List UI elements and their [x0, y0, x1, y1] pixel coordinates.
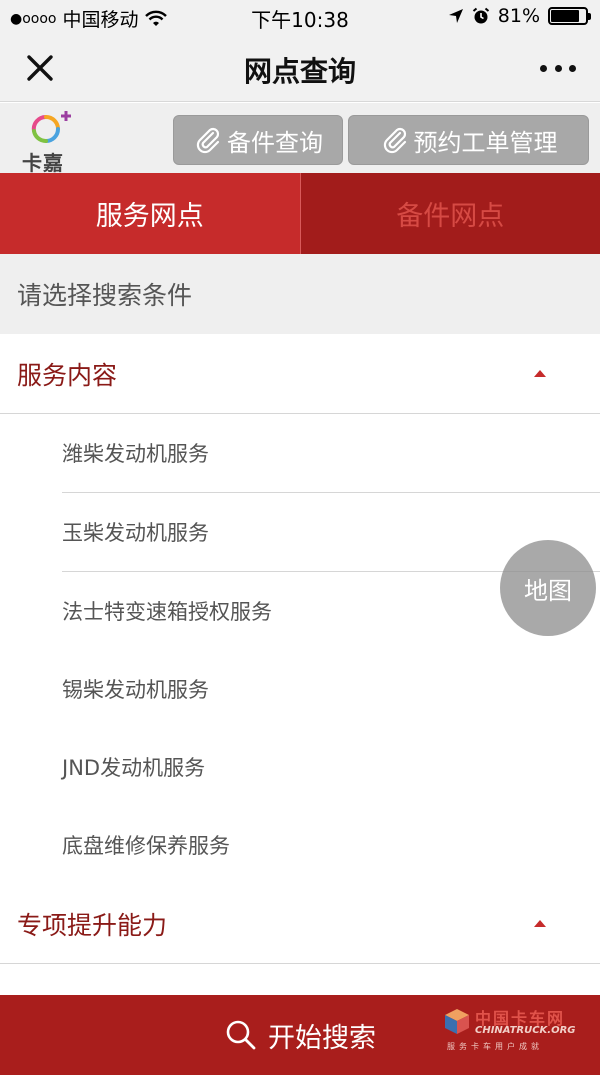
- order-management-label: 预约工单管理: [413, 128, 558, 157]
- watermark-cube-icon: [445, 1009, 469, 1034]
- list-item-label: 玉柴发动机服务: [62, 521, 209, 545]
- signal-strength: ●oooo: [10, 10, 57, 27]
- page-title: 网点查询: [243, 55, 356, 88]
- parts-query-label: 备件查询: [227, 128, 323, 157]
- list-item[interactable]: 锡柴发动机服务: [62, 650, 600, 729]
- list-item-label: 潍柴发动机服务: [62, 442, 209, 466]
- watermark-url: CHINATRUCK.ORG: [475, 1025, 576, 1036]
- parts-query-button[interactable]: 备件查询: [173, 115, 343, 165]
- list-item-label: 法士特变速箱授权服务: [62, 600, 272, 624]
- paperclip-icon: [383, 127, 406, 154]
- nav-bar: 网点查询: [0, 34, 600, 102]
- more-dot: [540, 64, 547, 72]
- battery-percent: 81%: [497, 5, 540, 27]
- more-dot: [554, 64, 562, 72]
- header-row: 卡嘉 备件查询 预约工单管理: [0, 103, 600, 175]
- close-icon[interactable]: [22, 50, 58, 86]
- watermark-subtitle: 服务卡车用户成就: [447, 1042, 543, 1051]
- list-item[interactable]: 潍柴发动机服务: [62, 414, 600, 493]
- list-item-label: JND发动机服务: [62, 756, 206, 780]
- section-header-service-content[interactable]: 服务内容: [0, 334, 600, 414]
- list-item-label: 底盘维修保养服务: [62, 834, 230, 858]
- battery-icon: [548, 7, 591, 25]
- logo-text: 卡嘉: [22, 151, 64, 175]
- list-item[interactable]: 底盘维修保养服务: [62, 806, 600, 885]
- more-icon[interactable]: [540, 56, 576, 80]
- logo: 卡嘉: [18, 109, 76, 175]
- tab-bar: 服务网点 备件网点: [0, 173, 600, 254]
- alarm-icon: [472, 7, 489, 24]
- caret-up-icon: [534, 920, 546, 927]
- search-icon: [226, 1020, 256, 1050]
- start-search-label: 开始搜索: [268, 1022, 376, 1054]
- list-item[interactable]: JND发动机服务: [62, 728, 600, 807]
- more-dot: [569, 64, 576, 72]
- section-header-special-capabilities[interactable]: 专项提升能力: [0, 884, 600, 964]
- map-button[interactable]: 地图: [500, 540, 596, 636]
- caret-up-icon: [534, 370, 546, 377]
- location-arrow-icon: [448, 9, 463, 23]
- logo-mark-icon: [31, 111, 71, 144]
- status-right: 81%: [448, 5, 591, 27]
- section-title: 服务内容: [17, 360, 118, 390]
- order-management-button[interactable]: 预约工单管理: [348, 115, 589, 165]
- tab-parts-outlets[interactable]: 备件网点: [300, 173, 600, 254]
- section-title: 专项提升能力: [17, 910, 168, 940]
- carrier-name: 中国移动: [62, 9, 139, 31]
- watermark: 中国卡车网 CHINATRUCK.ORG 服务卡车用户成就: [443, 1005, 593, 1055]
- battery-fill: [551, 10, 579, 22]
- paperclip-icon: [196, 127, 220, 154]
- wifi-icon: [144, 10, 167, 26]
- search-hint: 请选择搜索条件: [0, 254, 600, 334]
- list-item-label: 锡柴发动机服务: [62, 678, 209, 702]
- tab-service-outlets[interactable]: 服务网点: [0, 173, 301, 254]
- status-bar: ●oooo 中国移动 下午10:38 81%: [0, 0, 600, 34]
- status-left: ●oooo 中国移动: [10, 5, 167, 32]
